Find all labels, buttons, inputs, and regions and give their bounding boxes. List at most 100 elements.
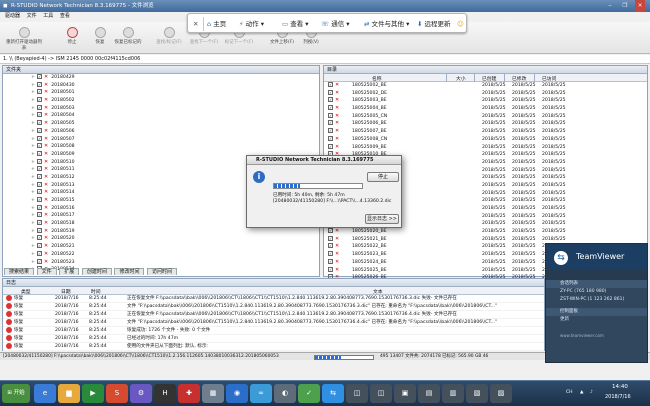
checkbox[interactable]: ✓ (328, 135, 333, 141)
folder-row[interactable]: + ✓ ✕ 20180519 (3, 227, 319, 236)
menu-tools[interactable]: 工具 (43, 13, 53, 19)
hex-icon[interactable]: H (154, 384, 176, 403)
show-log-button[interactable]: 显示日志 >> (365, 214, 399, 224)
recover-button[interactable]: 恢复 (86, 25, 114, 52)
folder-row[interactable]: + ✓ ✕ 20180522 (3, 250, 319, 259)
folder-row[interactable]: + ✓ ✕ 20180507 (3, 135, 319, 144)
expand-icon[interactable]: + (31, 251, 36, 259)
expand-icon[interactable]: + (31, 151, 36, 159)
smiley-icon[interactable]: ☺ (457, 18, 464, 30)
expand-icon[interactable]: + (31, 74, 36, 82)
log-row[interactable]: 恢复 2018/7/16 8:25:44 已经过的时间: 17h 47m (3, 335, 544, 343)
checkbox[interactable]: ✓ (328, 266, 333, 272)
checkbox[interactable]: ✓ (37, 166, 42, 172)
app-icon[interactable]: ◐ (274, 384, 296, 403)
col-size[interactable]: 大小 (456, 75, 466, 82)
app-icon[interactable]: ◫ (346, 384, 368, 403)
expand-icon[interactable]: + (31, 212, 36, 220)
tv-view-button[interactable]: ▭ 查看 ▾ (282, 18, 309, 30)
directory-row[interactable]: ✓ ✕ 180525005_CN 2018/5/25 2018/5/25 2018/5/2… (324, 112, 647, 121)
log-col-time[interactable]: 时间 (91, 288, 101, 295)
log-row[interactable]: 恢复 2018/7/16 8:25:44 正在恢复文件 F:\\pacsdata\\b… (3, 295, 544, 303)
checkbox[interactable]: ✓ (37, 81, 42, 87)
expand-icon[interactable]: + (31, 97, 36, 105)
folder-row[interactable]: + ✓ ✕ 20180430 (3, 81, 319, 90)
expand-icon[interactable]: + (31, 120, 36, 128)
app-icon[interactable]: ▤ (418, 384, 440, 403)
checkbox[interactable]: ✓ (328, 251, 333, 257)
log-col-text[interactable]: 文本 (373, 288, 383, 295)
log-col-date[interactable]: 日期 (61, 288, 71, 295)
checkbox[interactable]: ✓ (37, 197, 42, 202)
clock-date[interactable]: 2018/7/16 (605, 394, 631, 400)
checkbox[interactable]: ✓ (328, 235, 333, 241)
directory-row[interactable]: ✓ ✕ 180525008_CN 2018/5/25 2018/5/25 2018/5/2… (324, 135, 647, 144)
tab-extension[interactable]: 扩展 (59, 268, 80, 275)
folder-row[interactable]: + ✓ ✕ 20180523 (3, 258, 319, 267)
directory-row[interactable]: ✓ ✕ 180525003_BE 2018/5/25 2018/5/25 2018/5/2… (324, 97, 647, 105)
col-modified[interactable]: 已修改 (512, 75, 526, 82)
directory-row[interactable]: ✓ ✕ 180525002_BE 2018/5/25 2018/5/25 2018/5/2… (324, 82, 647, 90)
menu-view[interactable]: 查看 (60, 13, 70, 19)
expand-icon[interactable]: + (31, 197, 36, 205)
volume-icon[interactable]: ♪ (590, 390, 593, 395)
directory-row[interactable]: ✓ ✕ 180525007_BE 2018/5/25 2018/5/25 2018/5/2… (324, 128, 647, 136)
app-icon[interactable]: ✚ (178, 384, 200, 403)
checkbox[interactable]: ✓ (328, 89, 333, 95)
tv-communicate-button[interactable]: ☏ 通信 ▾ (321, 18, 350, 30)
app-icon[interactable]: S (106, 384, 128, 403)
network-icon[interactable]: ▲ (580, 390, 583, 395)
close-icon[interactable]: ✕ (193, 18, 198, 30)
checkbox[interactable]: ✓ (328, 105, 333, 111)
recover-marked-button[interactable]: 恢复已标记的 (112, 25, 144, 52)
expand-icon[interactable]: + (31, 159, 36, 167)
directory-row[interactable]: ✓ ✕ 180525020_BE 2018/5/25 2018/5/25 2018/5/2… (324, 228, 647, 236)
checkbox[interactable]: ✓ (37, 97, 42, 103)
expand-icon[interactable]: + (31, 205, 36, 213)
checkbox[interactable]: ✓ (37, 258, 42, 264)
directory-row[interactable]: ✓ ✕ 180525002_DE 2018/5/25 2018/5/25 2018/5/2… (324, 89, 647, 98)
folder-row[interactable]: + ✓ ✕ 20180504 (3, 112, 319, 120)
checkbox[interactable]: ✓ (37, 127, 42, 133)
teamviewer-footer[interactable]: www.teamviewer.com (546, 332, 647, 340)
tv-files-button[interactable]: ⇄ 文件与其他 ▾ (364, 18, 409, 30)
checkbox[interactable]: ✓ (37, 135, 42, 141)
log-row[interactable]: 恢复 2018/7/16 8:25:44 正在恢复文件 F:\\pacsdata\\b… (3, 311, 544, 319)
stop-button[interactable]: 停止 (58, 25, 86, 52)
checkbox[interactable]: ✓ (37, 112, 42, 118)
log-row[interactable]: 恢复 2018/7/16 8:25:44 使用的文件夹已从下面列出: 默认, 标示: (3, 343, 544, 351)
folder-row[interactable]: + ✓ ✕ 20180429 (3, 74, 319, 82)
directory-row[interactable]: ✓ ✕ 180525009_BE 2018/5/25 2018/5/25 2018/5/2… (324, 143, 647, 152)
checkbox[interactable]: ✓ (37, 120, 42, 126)
folder-row[interactable]: + ✓ ✕ 20180505 (3, 120, 319, 128)
checkbox[interactable]: ✓ (328, 228, 333, 234)
directory-row[interactable]: ✓ ✕ 180525004_BE 2018/5/25 2018/5/25 2018/5/2… (324, 105, 647, 113)
control-panel-header[interactable]: 控制面板 (546, 308, 647, 316)
app-icon[interactable]: ▥ (442, 384, 464, 403)
expand-icon[interactable]: + (31, 82, 36, 90)
checkbox[interactable]: ✓ (37, 235, 42, 241)
checkbox[interactable]: ✓ (328, 128, 333, 134)
app-icon[interactable]: ▨ (490, 384, 512, 403)
app-icon[interactable]: ▣ (394, 384, 416, 403)
checkbox[interactable]: ✓ (37, 243, 42, 249)
col-accessed[interactable]: 已访问 (542, 75, 556, 82)
start-button[interactable]: ⊞ 开始 (2, 384, 30, 403)
session-item[interactable]: ZST-WIN-PC (1 123 262 861) (546, 296, 647, 304)
expand-icon[interactable]: + (31, 235, 36, 243)
log-col-type[interactable]: 类型 (21, 288, 31, 295)
expand-icon[interactable]: + (31, 228, 36, 236)
expand-icon[interactable]: + (31, 128, 36, 136)
checkbox[interactable]: ✓ (37, 173, 42, 179)
app-icon[interactable]: ⚙ (130, 384, 152, 403)
expand-icon[interactable]: + (31, 105, 36, 113)
checkbox[interactable]: ✓ (37, 89, 42, 95)
log-row[interactable]: 恢复 2018/7/16 8:25:44 文件 "F:\\pacsdata\\bak\… (3, 319, 544, 327)
dialog-stop-button[interactable]: 停止 (367, 172, 399, 182)
expand-icon[interactable]: + (31, 89, 36, 97)
checkbox[interactable]: ✓ (328, 97, 333, 103)
tab-files[interactable]: 文件 (36, 268, 57, 275)
folder-row[interactable]: + ✓ ✕ 20180508 (3, 143, 319, 151)
folder-row[interactable]: + ✓ ✕ 20180506 (3, 127, 319, 136)
checkbox[interactable]: ✓ (328, 143, 333, 149)
